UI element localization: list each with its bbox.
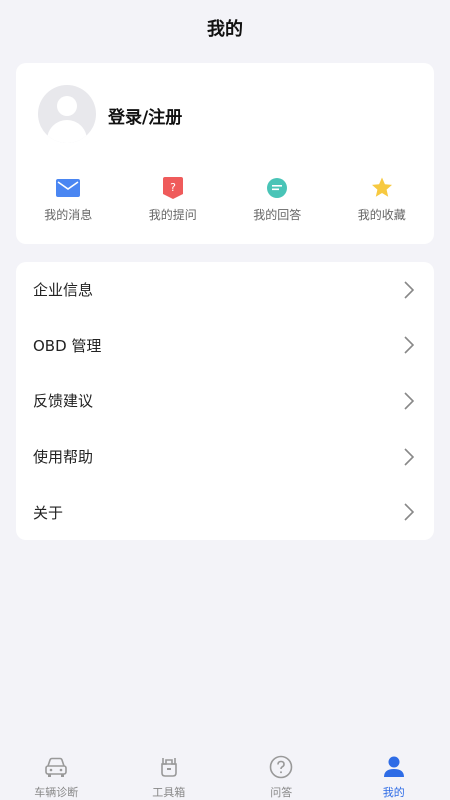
profile-card: 登录/注册 我的消息 ? 我的提问 我的回答 我的收藏 xyxy=(16,63,434,244)
page-title: 我的 xyxy=(207,19,243,40)
chevron-right-icon xyxy=(404,392,418,410)
chevron-right-icon xyxy=(404,448,418,466)
menu-item-feedback[interactable]: 反馈建议 xyxy=(16,373,434,429)
menu-item-about[interactable]: 关于 xyxy=(16,484,434,540)
tab-mine[interactable]: 我的 xyxy=(338,744,450,800)
tab-label: 问答 xyxy=(270,786,293,799)
quick-item-favorites[interactable]: 我的收藏 xyxy=(330,175,435,223)
user-icon xyxy=(381,754,407,780)
bottom-tab-bar: 车辆诊断 工具箱 问答 我的 xyxy=(0,744,450,800)
tab-label: 工具箱 xyxy=(152,786,186,799)
menu-item-obd-management[interactable]: OBD 管理 xyxy=(16,318,434,374)
chat-bubble-icon xyxy=(264,175,290,200)
quick-item-questions[interactable]: ? 我的提问 xyxy=(121,175,226,223)
tab-qa[interactable]: 问答 xyxy=(225,744,338,800)
quick-item-label: 我的回答 xyxy=(253,208,302,222)
menu-item-label: 反馈建议 xyxy=(33,392,94,411)
chevron-right-icon xyxy=(404,281,418,299)
menu-item-company-info[interactable]: 企业信息 xyxy=(16,262,434,318)
quick-item-answers[interactable]: 我的回答 xyxy=(225,175,330,223)
menu-item-label: OBD 管理 xyxy=(33,336,102,355)
top-bar: 我的 xyxy=(0,0,450,56)
chevron-right-icon xyxy=(404,503,418,521)
quick-actions: 我的消息 ? 我的提问 我的回答 我的收藏 xyxy=(16,175,434,223)
avatar[interactable] xyxy=(38,85,96,143)
envelope-icon xyxy=(55,175,81,200)
question-circle-icon xyxy=(268,754,294,780)
menu-item-label: 企业信息 xyxy=(33,281,94,300)
quick-item-label: 我的收藏 xyxy=(357,208,406,222)
menu-item-label: 使用帮助 xyxy=(33,448,94,467)
tab-toolbox[interactable]: 工具箱 xyxy=(113,744,226,800)
quick-item-label: 我的提问 xyxy=(148,208,197,222)
toolbox-icon xyxy=(156,754,182,780)
tab-label: 车辆诊断 xyxy=(34,786,79,799)
login-register-link[interactable]: 登录/注册 xyxy=(108,103,182,128)
quick-item-messages[interactable]: 我的消息 xyxy=(16,175,121,223)
menu-item-label: 关于 xyxy=(33,503,64,522)
menu-item-help[interactable]: 使用帮助 xyxy=(16,429,434,485)
chevron-right-icon xyxy=(404,336,418,354)
tab-vehicle-diagnosis[interactable]: 车辆诊断 xyxy=(0,744,113,800)
tab-label: 我的 xyxy=(382,786,405,799)
settings-menu: 企业信息 OBD 管理 反馈建议 使用帮助 关于 xyxy=(16,262,434,540)
star-icon xyxy=(369,175,395,200)
quick-item-label: 我的消息 xyxy=(44,208,93,222)
question-tag-icon: ? xyxy=(160,175,186,200)
svg-text:?: ? xyxy=(170,181,176,194)
car-icon xyxy=(43,754,69,780)
avatar-head xyxy=(57,96,77,116)
avatar-body xyxy=(47,120,87,143)
